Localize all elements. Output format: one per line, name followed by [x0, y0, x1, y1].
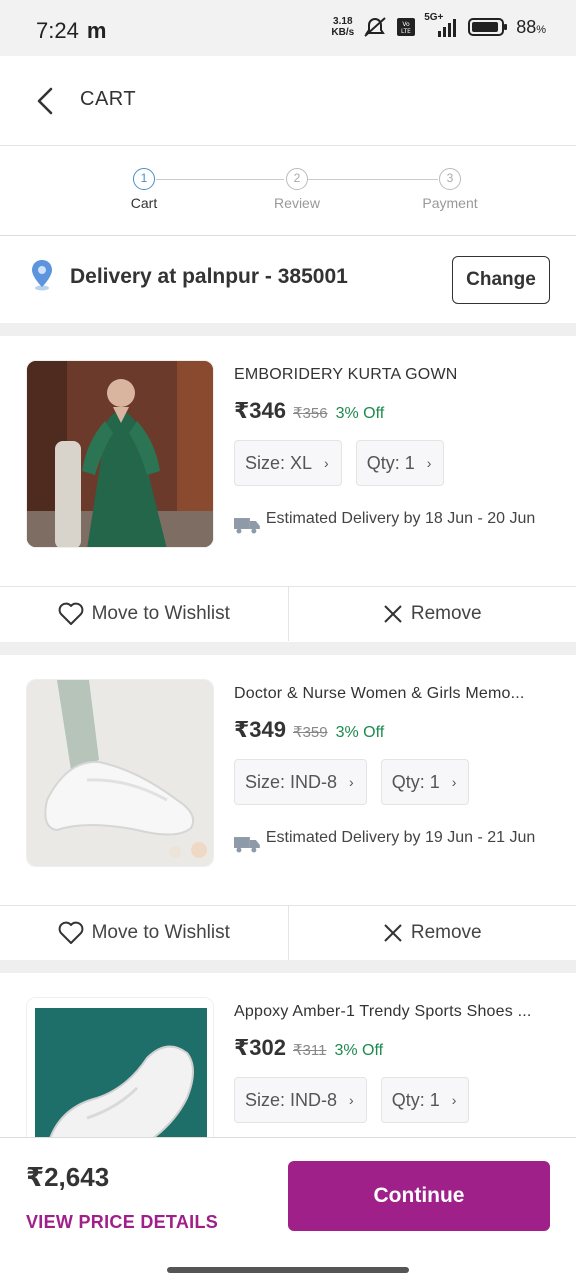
chevron-right-icon: › — [451, 774, 457, 790]
qty-selector[interactable]: Qty: 1 › — [355, 440, 445, 486]
price-row: ₹349 ₹359 3% Off — [234, 717, 554, 743]
truck-icon — [234, 518, 260, 534]
option-chips: Size: XL › Qty: 1 › — [234, 440, 554, 486]
cart-total: ₹2,643 — [26, 1162, 110, 1192]
size-selector[interactable]: Size: IND-8 › — [234, 759, 367, 805]
delivery-estimate: Estimated Delivery by 19 Jun - 21 Jun — [234, 823, 554, 853]
chevron-right-icon: › — [324, 455, 329, 471]
truck-icon — [234, 837, 260, 853]
product-info: Doctor & Nurse Women & Girls Memo... ₹34… — [234, 685, 554, 853]
delivery-section: Delivery at palnpur - 385001 Change — [0, 237, 576, 323]
product-price: ₹302 — [234, 1035, 287, 1060]
status-icons: 3.18 KB/s Vo LTE 5G+ 88% — [331, 12, 546, 38]
back-arrow-icon — [37, 87, 53, 115]
product-price: ₹349 — [234, 717, 287, 742]
network-speed: 3.18 KB/s — [331, 16, 355, 38]
status-time: 7:24 m — [36, 18, 107, 43]
chevron-right-icon: › — [349, 1092, 354, 1108]
option-chips: Size: IND-8 › Qty: 1 › — [234, 1077, 554, 1123]
battery-percent: 88% — [516, 16, 546, 37]
discount-label: 3% Off — [335, 724, 385, 741]
delivery-address: Delivery at palnpur - 385001 — [70, 265, 348, 288]
status-bar: 7:24 m 3.18 KB/s Vo LTE 5G+ 88% — [0, 0, 576, 56]
cart-item: Appoxy Amber-1 Trendy Sports Shoes ... ₹… — [0, 973, 576, 1137]
continue-button[interactable]: Continue — [288, 1161, 550, 1231]
carrier-icon: m — [86, 18, 107, 43]
product-mrp: ₹356 — [293, 405, 328, 422]
heart-icon — [58, 602, 83, 625]
checkout-footer: ₹2,643 VIEW PRICE DETAILS Continue — [0, 1137, 576, 1280]
product-price: ₹346 — [234, 398, 287, 423]
home-indicator[interactable] — [167, 1267, 409, 1273]
product-title[interactable]: Appoxy Amber-1 Trendy Sports Shoes ... — [234, 1003, 554, 1021]
network-signal-icon: 5G+ — [424, 12, 460, 38]
move-to-wishlist-button[interactable]: Move to Wishlist — [0, 587, 288, 641]
product-info: Appoxy Amber-1 Trendy Sports Shoes ... ₹… — [234, 1003, 554, 1123]
product-mrp: ₹359 — [293, 724, 328, 741]
section-divider — [0, 960, 576, 973]
step-cart: 1 Cart — [94, 168, 194, 211]
location-pin-icon — [32, 260, 52, 291]
discount-label: 3% Off — [334, 1042, 384, 1059]
cart-item: EMBORIDERY KURTA GOWN ₹346 ₹356 3% Off S… — [0, 336, 576, 642]
qty-selector[interactable]: Qty: 1 › — [380, 1077, 470, 1123]
option-chips: Size: IND-8 › Qty: 1 › — [234, 759, 554, 805]
svg-text:Vo: Vo — [403, 21, 411, 28]
product-mrp: ₹311 — [293, 1042, 327, 1059]
product-info: EMBORIDERY KURTA GOWN ₹346 ₹356 3% Off S… — [234, 366, 554, 534]
section-divider — [0, 323, 576, 336]
close-icon — [384, 605, 402, 623]
chevron-right-icon: › — [426, 455, 432, 471]
price-row: ₹346 ₹356 3% Off — [234, 398, 554, 424]
back-button[interactable] — [30, 84, 60, 118]
price-row: ₹302 ₹311 3% Off — [234, 1035, 554, 1061]
product-title[interactable]: Doctor & Nurse Women & Girls Memo... — [234, 685, 554, 703]
step-review: 2 Review — [247, 168, 347, 211]
item-actions: Move to Wishlist Remove — [0, 586, 576, 641]
product-image[interactable] — [26, 679, 214, 867]
cart-item: Doctor & Nurse Women & Girls Memo... ₹34… — [0, 655, 576, 960]
change-address-button[interactable]: Change — [452, 256, 550, 304]
size-selector[interactable]: Size: XL › — [234, 440, 342, 486]
delivery-estimate: Estimated Delivery by 18 Jun - 20 Jun — [234, 504, 554, 534]
discount-label: 3% Off — [335, 405, 385, 422]
size-selector[interactable]: Size: IND-8 › — [234, 1077, 367, 1123]
battery-icon — [468, 18, 508, 36]
product-image[interactable] — [26, 360, 214, 548]
move-to-wishlist-button[interactable]: Move to Wishlist — [0, 906, 288, 960]
heart-icon — [58, 921, 83, 944]
qty-selector[interactable]: Qty: 1 › — [380, 759, 470, 805]
view-price-details-link[interactable]: VIEW PRICE DETAILS — [26, 1212, 218, 1233]
remove-button[interactable]: Remove — [287, 906, 576, 960]
close-icon — [384, 924, 402, 942]
chevron-right-icon: › — [451, 1092, 457, 1108]
item-actions: Move to Wishlist Remove — [0, 905, 576, 960]
step-payment: 3 Payment — [400, 168, 500, 211]
app-header: CART — [0, 56, 576, 146]
svg-text:LTE: LTE — [401, 28, 411, 35]
checkout-stepper: 1 Cart 2 Review 3 Payment — [0, 146, 576, 236]
volte-icon: Vo LTE — [397, 18, 416, 36]
remove-button[interactable]: Remove — [287, 587, 576, 641]
product-image[interactable] — [26, 997, 214, 1137]
section-divider — [0, 642, 576, 655]
mute-alarm-icon — [364, 17, 386, 37]
chevron-right-icon: › — [349, 774, 354, 790]
page-title: CART — [80, 88, 137, 110]
product-title[interactable]: EMBORIDERY KURTA GOWN — [234, 366, 554, 384]
